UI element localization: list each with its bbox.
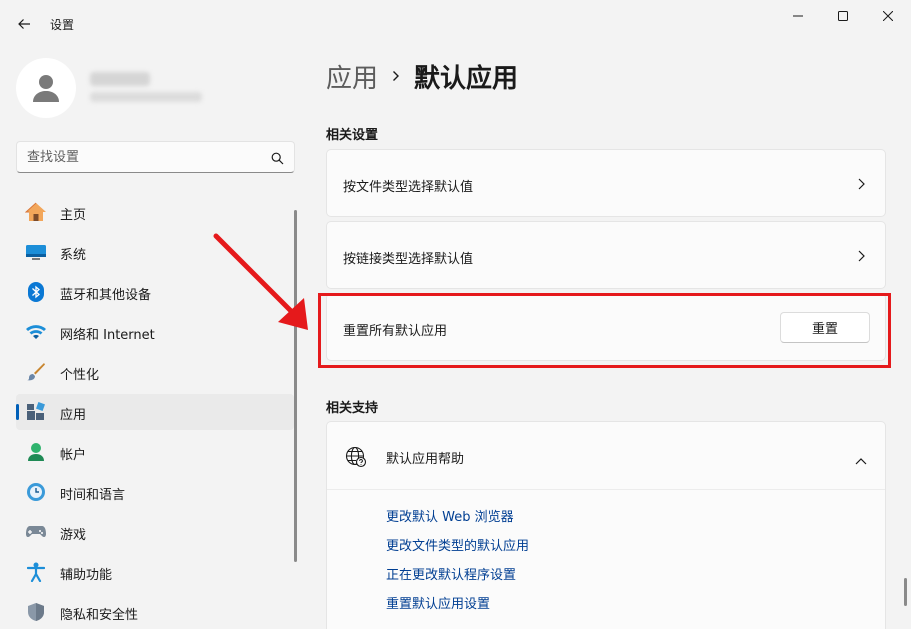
annotation-arrow [213,233,308,330]
user-profile[interactable] [16,58,296,118]
arrow-left-icon [18,19,30,29]
help-card: 默认应用帮助 更改默认 Web 浏览器 更改文件类型的默认应用 正在更改默认程序… [326,421,886,629]
sidebar-item-accounts[interactable]: 帐户 [16,434,294,470]
avatar [16,58,76,118]
chevron-right-icon [392,70,400,82]
gamepad-icon [25,522,47,542]
sidebar-item-apps[interactable]: 应用 [16,394,294,430]
minimize-button[interactable] [775,0,821,32]
sidebar-item-home[interactable]: 主页 [16,194,294,230]
sidebar-item-label: 主页 [60,208,87,223]
maximize-button[interactable] [820,0,866,32]
wifi-icon [25,322,47,342]
window-title: 设置 [50,18,75,32]
help-link-change-browser[interactable]: 更改默认 Web 浏览器 [386,508,529,528]
sidebar-item-label: 辅助功能 [60,568,113,583]
bluetooth-icon [25,282,47,302]
card-label: 按文件类型选择默认值 [343,180,474,195]
search-box [16,141,295,173]
profile-name-blurred [90,72,150,86]
apps-icon [25,402,47,422]
maximize-icon [838,11,848,21]
account-icon [25,442,47,462]
sidebar-item-label: 应用 [60,408,87,423]
home-icon [25,202,47,222]
help-link-change-program-settings[interactable]: 正在更改默认程序设置 [386,566,529,586]
chevron-up-icon[interactable] [855,450,867,469]
user-icon [33,75,59,102]
sidebar-item-privacy[interactable]: 隐私和安全性 [16,594,294,629]
section-title-related-settings: 相关设置 [326,128,379,143]
minimize-icon [793,15,803,17]
sidebar-item-personalization[interactable]: 个性化 [16,354,294,390]
highlight-box [318,293,891,368]
breadcrumb-parent[interactable]: 应用 [326,58,378,95]
search-input[interactable] [27,142,267,172]
help-card-label: 默认应用帮助 [386,452,465,467]
profile-email-blurred [90,92,202,102]
sidebar-item-label: 隐私和安全性 [60,608,139,623]
shield-icon [25,602,47,622]
close-button[interactable] [865,0,911,32]
settings-card-file-type[interactable]: 按文件类型选择默认值 [326,149,886,217]
time-language-icon [25,482,47,502]
card-label: 按链接类型选择默认值 [343,252,474,267]
breadcrumb: 应用 默认应用 [326,58,518,94]
sidebar-item-label: 系统 [60,248,87,263]
sidebar-item-time-language[interactable]: 时间和语言 [16,474,294,510]
section-title-related-support: 相关支持 [326,401,379,416]
sidebar-item-label: 帐户 [60,448,87,463]
help-card-header[interactable]: 默认应用帮助 [327,422,885,490]
help-link-reset-defaults[interactable]: 重置默认应用设置 [386,595,529,615]
brush-icon [25,362,47,382]
help-links: 更改默认 Web 浏览器 更改文件类型的默认应用 正在更改默认程序设置 重置默认… [386,508,529,624]
title-bar: 设置 [0,0,911,46]
sidebar-item-label: 个性化 [60,368,100,383]
sidebar-item-gaming[interactable]: 游戏 [16,514,294,550]
accessibility-icon [25,562,47,582]
sidebar-item-label: 网络和 Internet [60,328,155,343]
back-button[interactable] [10,10,38,38]
chevron-right-icon [855,178,867,190]
system-icon [25,242,47,262]
sidebar-item-accessibility[interactable]: 辅助功能 [16,554,294,590]
close-icon [883,11,893,21]
chevron-right-icon [855,250,867,262]
main-scrollbar[interactable] [904,578,907,606]
globe-help-icon [345,446,367,472]
page-title: 默认应用 [414,63,519,94]
help-link-file-type-defaults[interactable]: 更改文件类型的默认应用 [386,537,529,557]
sidebar-item-label: 游戏 [60,528,87,543]
sidebar-item-label: 时间和语言 [60,488,126,503]
sidebar-item-label: 蓝牙和其他设备 [60,288,152,303]
search-icon[interactable] [271,150,284,169]
settings-card-link-type[interactable]: 按链接类型选择默认值 [326,221,886,289]
